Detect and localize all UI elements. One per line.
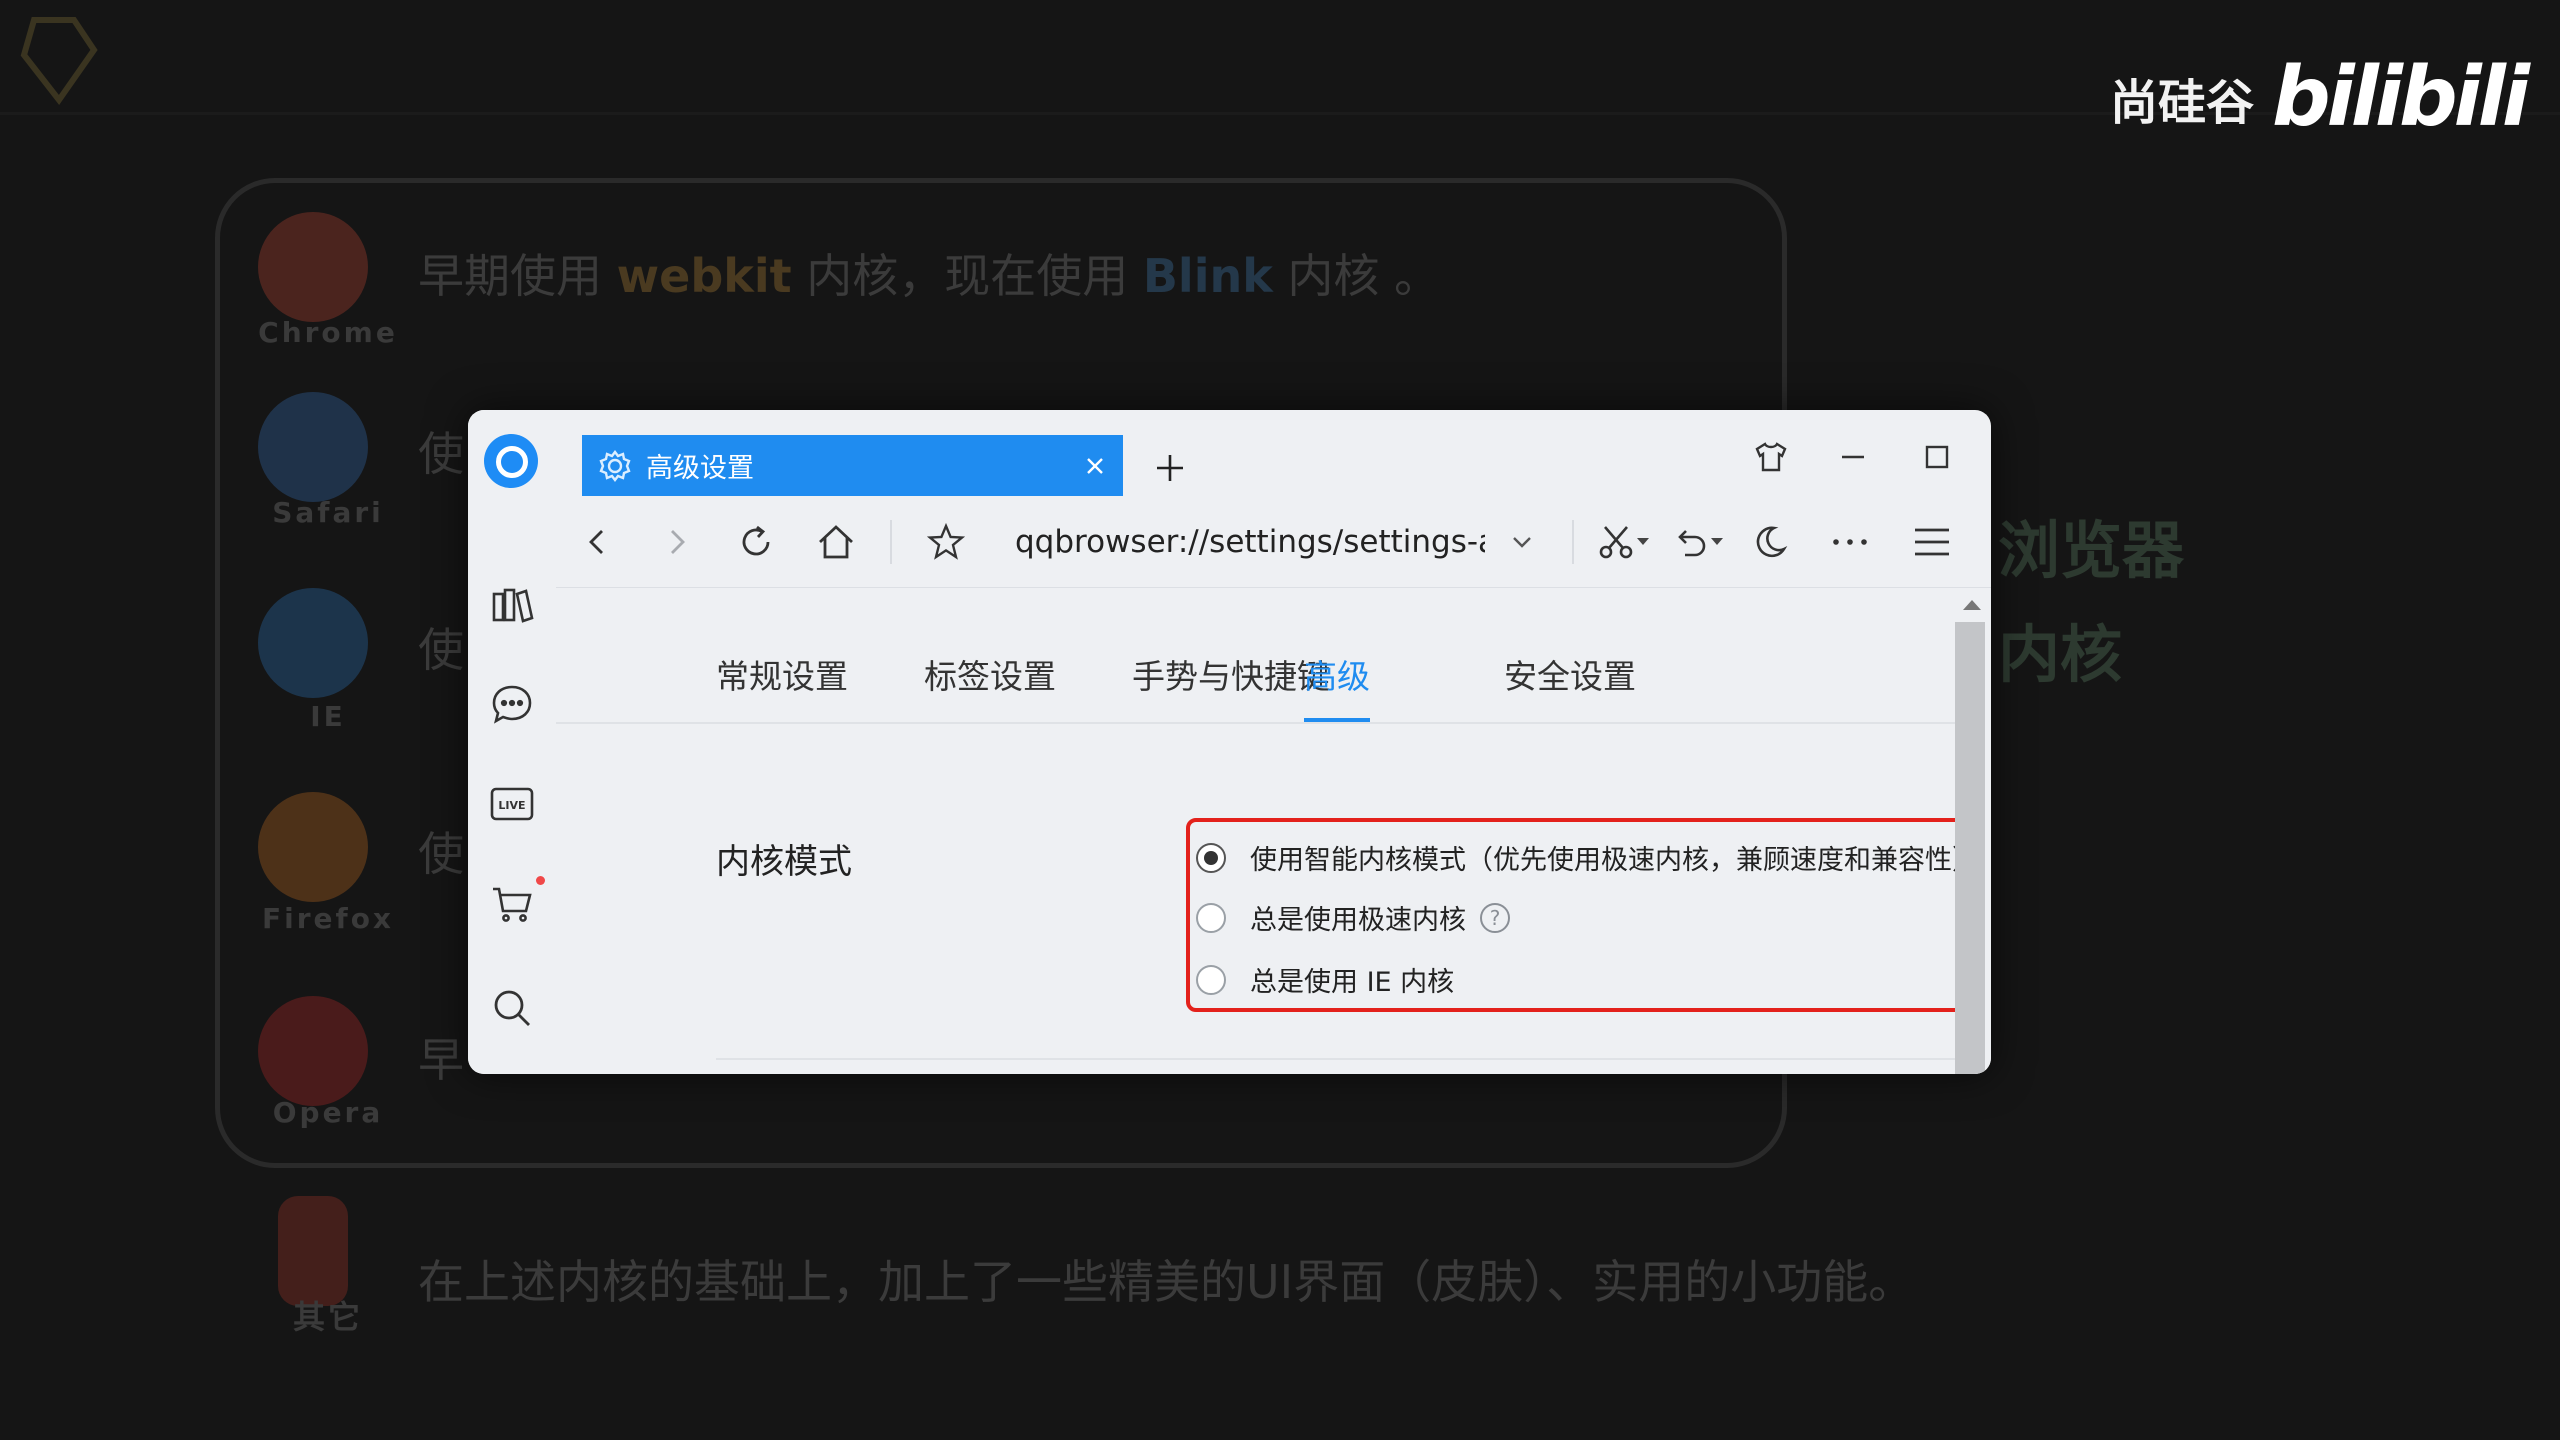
scissors-dropdown-icon[interactable] xyxy=(1628,516,1658,568)
tab-advanced[interactable]: 高级 xyxy=(1304,650,1370,698)
shopping-cart-icon[interactable] xyxy=(486,878,538,930)
menu-icon[interactable] xyxy=(1906,516,1958,568)
tab-gestures-shortcuts[interactable]: 手势与快捷键 xyxy=(1132,650,1330,698)
notification-dot xyxy=(536,876,545,885)
question-mark-icon xyxy=(278,1196,348,1306)
browser-row-other: 其它 在上述内核的基础上，加上了一些精美的UI界面（皮肤）、实用的小功能。 xyxy=(258,1196,1914,1336)
skin-shirt-icon[interactable] xyxy=(1746,432,1796,482)
help-question-icon[interactable]: ? xyxy=(1480,902,1510,933)
maximize-icon[interactable] xyxy=(1912,432,1962,482)
kernel-mode-label: 内核模式 xyxy=(716,842,852,882)
kernel-option-speed[interactable]: 总是使用极速内核 ? xyxy=(1196,898,1510,937)
toolbar-separator xyxy=(890,520,892,564)
more-icon[interactable] xyxy=(1824,516,1876,568)
kernel-option-smart[interactable]: 使用智能内核模式（优先使用极速内核，兼顾速度和兼容性） xyxy=(1196,838,1979,877)
browser-name: Chrome xyxy=(258,316,398,349)
side-text-kernel: 内核 xyxy=(1998,618,2123,691)
browser-row-chrome: Chrome 早期使用 webkit 内核，现在使用 Blink 内核 。 xyxy=(258,212,1440,349)
settings-tabs: 常规设置 标签设置 手势与快捷键 高级 安全设置 xyxy=(556,588,1955,728)
safari-icon xyxy=(258,392,368,502)
close-tab-icon[interactable] xyxy=(1075,446,1115,486)
left-rail: LIVE xyxy=(468,410,556,1074)
tab-advanced-settings[interactable]: 高级设置 xyxy=(582,435,1123,496)
scroll-up-arrow-icon[interactable] xyxy=(1963,600,1981,610)
browser-desc: 早期使用 webkit 内核，现在使用 Blink 内核 。 xyxy=(418,249,1441,303)
brand-cn-text: 尚硅谷 xyxy=(2109,74,2254,131)
option-label: 总是使用 IE 内核 xyxy=(1250,967,1455,998)
radio-smart-kernel[interactable] xyxy=(1196,842,1226,873)
books-icon[interactable] xyxy=(486,578,538,630)
settings-content: 常规设置 标签设置 手势与快捷键 高级 安全设置 内核模式 使用智能内核模式（优… xyxy=(556,588,1988,1074)
scroll-thumb[interactable] xyxy=(1955,622,1985,1074)
section-divider xyxy=(716,1058,1955,1060)
browser-row-safari: Safari 使 xyxy=(258,392,464,529)
brand-watermark: 尚硅谷 bilibili xyxy=(2109,50,2530,145)
night-mode-moon-icon[interactable] xyxy=(1744,516,1796,568)
undo-dropdown-icon[interactable] xyxy=(1702,516,1732,568)
option-label: 使用智能内核模式（优先使用极速内核，兼顾速度和兼容性） xyxy=(1250,845,1979,876)
browser-name: Firefox xyxy=(261,902,394,935)
browser-desc: 在上述内核的基础上，加上了一些精美的UI界面（皮肤）、实用的小功能。 xyxy=(418,1255,1915,1309)
bookmark-star-icon[interactable] xyxy=(920,516,972,568)
svg-text:LIVE: LIVE xyxy=(498,799,525,812)
browser-desc: 使 xyxy=(418,623,464,677)
corner-logo-icon xyxy=(20,17,98,106)
browser-desc: 早 xyxy=(418,1033,464,1087)
toolbar-separator xyxy=(1572,520,1574,564)
tab-strip: 高级设置 xyxy=(556,410,1991,496)
firefox-icon xyxy=(258,792,368,902)
minimize-icon[interactable] xyxy=(1828,432,1878,482)
browser-desc: 使 xyxy=(418,427,464,481)
side-text-browser: 浏览器 xyxy=(1998,514,2185,587)
opera-icon xyxy=(258,996,368,1106)
home-icon[interactable] xyxy=(810,516,862,568)
chat-icon[interactable] xyxy=(486,678,538,730)
tab-security-settings[interactable]: 安全设置 xyxy=(1504,650,1636,698)
browser-name: Opera xyxy=(272,1096,384,1129)
radio-ie-kernel[interactable] xyxy=(1196,964,1226,995)
browser-name: 其它 xyxy=(292,1298,363,1336)
bilibili-logo: bilibili xyxy=(2271,50,2530,145)
tab-general-settings[interactable]: 常规设置 xyxy=(716,650,848,698)
new-tab-button[interactable] xyxy=(1148,446,1192,490)
settings-gear-icon xyxy=(599,449,631,482)
address-dropdown-icon[interactable] xyxy=(1496,516,1548,568)
ie-icon xyxy=(258,588,368,698)
tab-tab-settings[interactable]: 标签设置 xyxy=(924,650,1056,698)
tab-title: 高级设置 xyxy=(646,453,754,484)
browser-name: IE xyxy=(310,700,346,733)
radio-speed-kernel[interactable] xyxy=(1196,902,1226,933)
browser-row-firefox: Firefox 使 xyxy=(258,792,464,935)
browser-window: LIVE 高级设置 qqbrowser://settings/settings-… xyxy=(468,410,1991,1074)
browser-desc: 使 xyxy=(418,827,464,881)
chrome-icon xyxy=(258,212,368,322)
browser-name: Safari xyxy=(272,496,384,529)
back-icon[interactable] xyxy=(572,516,624,568)
search-icon[interactable] xyxy=(486,982,538,1034)
kernel-option-ie[interactable]: 总是使用 IE 内核 xyxy=(1196,960,1454,999)
address-bar[interactable]: qqbrowser://settings/settings-a xyxy=(1015,518,1485,566)
option-label: 总是使用极速内核 xyxy=(1250,905,1466,936)
navigation-toolbar: qqbrowser://settings/settings-a xyxy=(556,496,1991,588)
browser-row-ie: IE 使 xyxy=(258,588,464,733)
forward-icon[interactable] xyxy=(650,516,702,568)
vertical-scrollbar[interactable] xyxy=(1955,588,1991,1074)
qq-browser-logo-icon[interactable] xyxy=(484,434,538,488)
refresh-icon[interactable] xyxy=(730,516,782,568)
browser-row-opera: Opera 早 xyxy=(258,996,464,1129)
tabs-divider xyxy=(556,722,1955,724)
live-icon[interactable]: LIVE xyxy=(486,778,538,830)
